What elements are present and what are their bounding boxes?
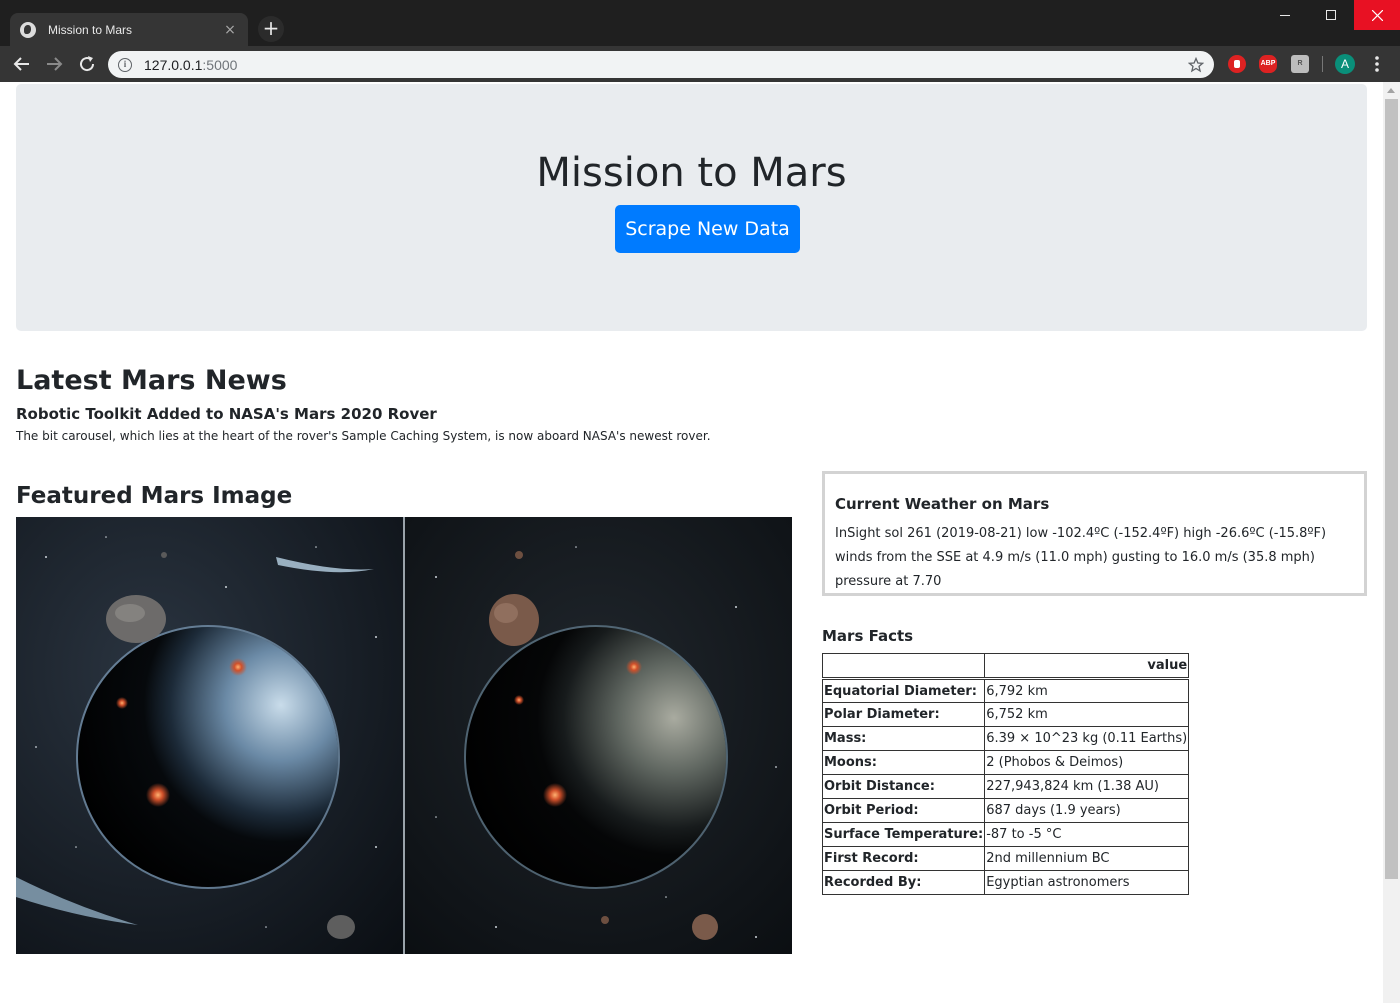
scrape-new-data-button[interactable]: Scrape New Data: [615, 205, 800, 253]
table-row: First Record: 2nd millennium BC: [821, 846, 1190, 871]
adblock-hand-icon[interactable]: [1228, 55, 1246, 73]
forward-button[interactable]: [42, 52, 66, 76]
grey-extension-icon[interactable]: R: [1291, 55, 1309, 73]
fact-value: 6.39 × 10^23 kg (0.11 Earths): [984, 726, 1190, 751]
fact-label: Orbit Distance:: [821, 774, 986, 799]
fact-value: 2 (Phobos & Deimos): [984, 750, 1190, 775]
maximize-icon: [1326, 10, 1336, 20]
bookmark-star-icon[interactable]: [1188, 56, 1204, 73]
back-arrow-icon: [13, 57, 29, 71]
fact-value: 6,752 km: [984, 702, 1190, 727]
table-row: Equatorial Diameter: 6,792 km: [821, 678, 1190, 703]
window-controls: [1262, 0, 1400, 30]
page-viewport: Mission to Mars Scrape New Data Latest M…: [0, 82, 1383, 1003]
back-button[interactable]: [10, 52, 34, 76]
weather-text: InSight sol 261 (2019-08-21) low -102.4º…: [835, 526, 1327, 589]
tab-title: Mission to Mars: [48, 22, 133, 37]
more-vert-icon: [1375, 56, 1379, 72]
scrollbar-thumb[interactable]: [1385, 99, 1398, 879]
toolbar-divider: [1322, 56, 1323, 72]
table-header-row: value: [821, 653, 1190, 680]
profile-avatar[interactable]: A: [1335, 54, 1355, 74]
browser-toolbar: i 127.0.0.1:5000 ABP R A: [0, 46, 1400, 82]
table-header-value: value: [984, 653, 1190, 680]
fact-value: 227,943,824 km (1.38 AU): [984, 774, 1190, 799]
close-icon: [1371, 9, 1383, 21]
browser-tabstrip: Mission to Mars × +: [0, 0, 1400, 46]
fact-label: Orbit Period:: [821, 798, 986, 823]
maximize-button[interactable]: [1308, 0, 1354, 30]
news-heading: Latest Mars News: [16, 365, 287, 396]
abp-extension-icon[interactable]: ABP: [1259, 55, 1277, 73]
fact-label: Polar Diameter:: [821, 702, 986, 727]
facts-heading: Mars Facts: [822, 627, 914, 645]
address-bar[interactable]: i 127.0.0.1:5000: [108, 51, 1214, 78]
fact-value: 687 days (1.9 years): [984, 798, 1190, 823]
fact-label: Mass:: [821, 726, 986, 751]
browser-tab[interactable]: Mission to Mars ×: [10, 13, 248, 46]
forward-arrow-icon: [47, 57, 63, 71]
new-tab-button[interactable]: +: [258, 16, 284, 42]
mars-facts-table: value Equatorial Diameter: 6,792 km Polar…: [821, 653, 1190, 895]
page-title: Mission to Mars: [536, 150, 847, 196]
fact-value: 2nd millennium BC: [984, 846, 1190, 871]
url-host: 127.0.0.1: [144, 56, 203, 73]
fact-value: -87 to -5 °C: [984, 822, 1190, 847]
fact-label: Moons:: [821, 750, 986, 775]
reload-icon: [80, 56, 95, 72]
url-text: 127.0.0.1:5000: [144, 57, 1188, 73]
fact-value: 6,792 km: [984, 678, 1190, 703]
menu-kebab-icon[interactable]: [1370, 52, 1384, 76]
reload-button[interactable]: [75, 52, 99, 76]
globe-icon: [20, 21, 36, 38]
vertical-scrollbar[interactable]: [1383, 82, 1400, 1003]
jumbotron: Mission to Mars Scrape New Data: [16, 84, 1367, 331]
table-row: Mass: 6.39 × 10^23 kg (0.11 Earths): [821, 726, 1190, 751]
featured-image-heading: Featured Mars Image: [16, 483, 293, 509]
table-row: Polar Diameter: 6,752 km: [821, 702, 1190, 727]
close-window-button[interactable]: [1354, 0, 1400, 30]
fact-value: Egyptian astronomers: [984, 870, 1190, 895]
news-title: Robotic Toolkit Added to NASA's Mars 202…: [16, 405, 437, 423]
scroll-up-arrow-icon[interactable]: [1387, 88, 1395, 93]
news-teaser: The bit carousel, which lies at the hear…: [16, 429, 711, 443]
weather-card: Current Weather on Mars InSight sol 261 …: [822, 471, 1367, 596]
table-header-blank: [821, 653, 986, 680]
weather-title: Current Weather on Mars: [835, 495, 1050, 513]
hand-icon: [1234, 60, 1240, 68]
url-port: :5000: [202, 56, 238, 73]
fact-label: Equatorial Diameter:: [821, 678, 986, 703]
table-row: Orbit Distance: 227,943,824 km (1.38 AU): [821, 774, 1190, 799]
table-row: Moons: 2 (Phobos & Deimos): [821, 750, 1190, 775]
table-row: Orbit Period: 687 days (1.9 years): [821, 798, 1190, 823]
minimize-icon: [1280, 14, 1290, 16]
table-row: Surface Temperature: -87 to -5 °C: [821, 822, 1190, 847]
table-row: Recorded By: Egyptian astronomers: [821, 870, 1190, 895]
minimize-button[interactable]: [1262, 0, 1308, 30]
fact-label: Surface Temperature:: [821, 822, 986, 847]
info-icon[interactable]: i: [118, 57, 132, 72]
featured-mars-image: [16, 517, 792, 954]
fact-label: Recorded By:: [821, 870, 986, 895]
mars-planet-illustration: [16, 517, 792, 954]
fact-label: First Record:: [821, 846, 986, 871]
tab-close-icon[interactable]: ×: [222, 22, 238, 38]
